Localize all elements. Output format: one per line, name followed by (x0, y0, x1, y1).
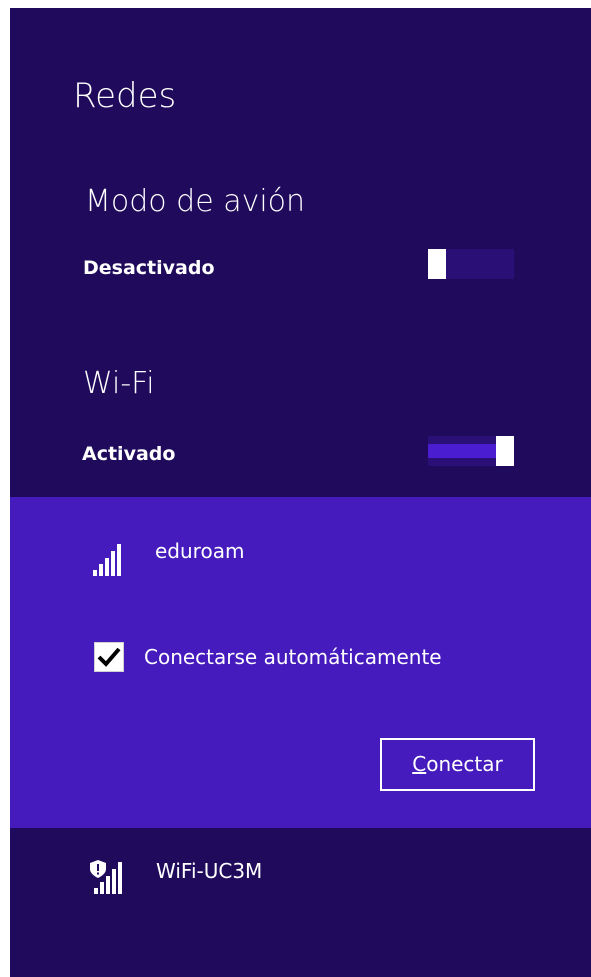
checkmark-icon (97, 647, 121, 667)
connect-button[interactable]: Conectar (380, 738, 535, 791)
network-flyout: Redes Modo de avión Desactivado Wi-Fi Ac… (10, 8, 591, 977)
connect-access-key: C (412, 752, 427, 776)
auto-connect-checkbox[interactable] (94, 642, 124, 672)
network-item-wifi-uc3m[interactable]: WiFi-UC3M (10, 828, 591, 918)
toggle-fill (428, 444, 496, 458)
wifi-state: Activado (82, 443, 176, 465)
auto-connect-label[interactable]: Conectarse automáticamente (144, 645, 442, 669)
toggle-thumb (428, 249, 446, 279)
airplane-mode-heading: Modo de avión (85, 184, 306, 219)
wifi-toggle[interactable] (428, 436, 514, 466)
network-name: WiFi-UC3M (156, 859, 263, 883)
secured-wifi-signal-icon (90, 860, 130, 894)
toggle-thumb (496, 436, 514, 466)
wifi-signal-icon (93, 542, 127, 576)
shield-icon (90, 860, 106, 878)
wifi-heading: Wi-Fi (83, 366, 155, 401)
airplane-mode-toggle[interactable] (428, 249, 514, 279)
panel-title: Redes (73, 76, 177, 116)
airplane-mode-state: Desactivado (83, 257, 215, 279)
connect-label-rest: onectar (426, 752, 503, 776)
network-name: eduroam (155, 539, 245, 563)
